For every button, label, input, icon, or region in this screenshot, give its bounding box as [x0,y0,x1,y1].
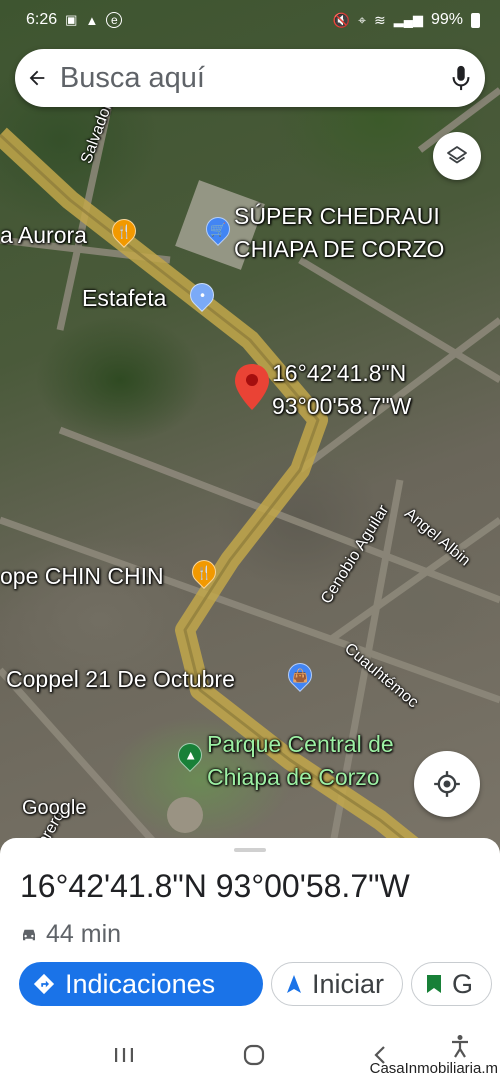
location-icon: ⌖ [358,11,367,28]
directions-button[interactable]: Indicaciones [19,962,263,1006]
app-e-icon: e [106,12,123,28]
signal-icon: ▂▄▆ [393,12,423,27]
save-button[interactable]: G [411,962,493,1006]
recent-apps-icon[interactable] [113,1046,135,1064]
gallery-icon: ▲ [85,12,99,28]
start-label: Iniciar [312,968,385,999]
place-sheet[interactable]: 16°42'41.8"N 93°00'58.7"W 44 min Indicac… [0,838,500,1083]
home-icon[interactable] [242,1043,266,1067]
car-icon [23,929,35,940]
watermark: CasaInmobiliaria.m [369,1060,498,1077]
directions-label: Indicaciones [65,968,216,999]
search-input[interactable] [59,61,437,95]
action-chips: Indicaciones Iniciar G [19,962,500,1006]
battery-icon [471,12,480,28]
bookmark-icon [427,975,442,993]
back-button[interactable] [15,49,60,107]
place-label-chedraui-2[interactable]: CHIAPA DE CORZO [234,236,444,263]
place-label-parque-2[interactable]: Chiapa de Corzo [207,764,380,791]
crosshair-icon [434,771,460,797]
search-bar[interactable] [15,49,485,107]
place-label-coppel[interactable]: Coppel 21 De Octubre [6,666,235,693]
directions-icon [33,973,55,995]
status-time: 6:26 [26,11,58,28]
pin-coords-lat: 16°42'41.8"N [272,360,407,386]
layers-button[interactable] [433,132,481,180]
place-label-chin-chin[interactable]: ope CHIN CHIN [0,563,164,590]
place-label-chedraui-1[interactable]: SÚPER CHEDRAUI [234,203,440,230]
battery-level: 99% [430,11,463,28]
accessibility-icon[interactable] [450,1034,470,1058]
place-label-estafeta[interactable]: Estafeta [82,285,166,312]
notification-icon: ▣ [65,12,78,27]
dropped-pin-icon[interactable] [235,364,269,410]
pin-coords-lng: 93°00'58.7"W [272,393,412,419]
status-bar: 6:26 ▣ ▲ e 🔇 ⌖ ≋ ▂▄▆ 99% [0,0,500,40]
navigation-arrow-icon [287,975,301,993]
start-button[interactable]: Iniciar [271,962,404,1006]
map-view[interactable]: a Aurora 🍴 🛒 SÚPER CHEDRAUI CHIAPA DE CO… [0,0,500,860]
voice-search-button[interactable] [437,49,485,107]
mute-icon: 🔇 [332,11,351,28]
drive-time: 44 min [46,920,122,948]
layers-icon [447,146,467,164]
sheet-drag-handle[interactable] [234,848,266,852]
my-location-button[interactable] [414,751,480,817]
place-label-aurora[interactable]: a Aurora [0,222,87,249]
place-title: 16°42'41.8"N 93°00'58.7"W [20,868,410,904]
place-label-parque-1[interactable]: Parque Central de [207,731,394,758]
arrow-back-icon [30,70,45,86]
wifi-icon: ≋ [374,11,386,28]
drive-time-row: 44 min [20,920,121,949]
google-logo: Google [22,797,87,819]
save-label: G [452,968,474,999]
microphone-icon [452,65,470,91]
